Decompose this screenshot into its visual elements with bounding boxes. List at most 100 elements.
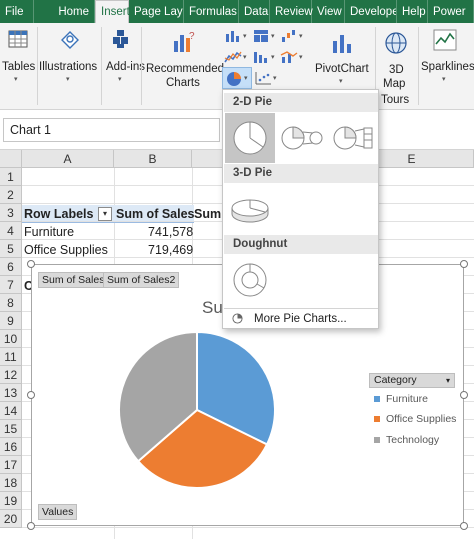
tab-file[interactable]: File — [0, 0, 34, 23]
tab-view[interactable]: View — [312, 0, 345, 23]
tab-review[interactable]: Review — [270, 0, 313, 23]
resize-handle[interactable] — [27, 522, 35, 530]
combo-chart-icon[interactable] — [280, 50, 298, 64]
row-header[interactable]: 6 — [0, 258, 22, 276]
row-header[interactable]: 18 — [0, 474, 22, 492]
resize-handle[interactable] — [27, 391, 35, 399]
pie-of-pie-option[interactable] — [277, 113, 327, 163]
table-icon — [8, 30, 28, 48]
tab-insert[interactable]: Insert — [95, 0, 130, 23]
field-button-sum-of-sales2[interactable]: Sum of Sales2 — [103, 272, 180, 288]
row-header[interactable]: 16 — [0, 438, 22, 456]
row-header[interactable]: 1 — [0, 168, 22, 186]
column-chart-icon[interactable] — [224, 29, 242, 43]
legend-item-furniture[interactable]: Furniture — [374, 393, 428, 405]
tab-data[interactable]: Data — [239, 0, 270, 23]
tables-button[interactable]: Tables ▾ — [0, 23, 36, 110]
pie-chart-icon — [233, 121, 267, 155]
row-header[interactable]: 12 — [0, 366, 22, 384]
section-doughnut: Doughnut — [224, 235, 378, 254]
row-header[interactable]: 20 — [0, 510, 22, 528]
legend-swatch — [374, 437, 380, 444]
chevron-down-icon: ▾ — [14, 76, 18, 83]
tours-label: Tours — [381, 94, 410, 106]
illustrations-button[interactable]: Illustrations ▾ — [38, 23, 100, 110]
legend-item-office-supplies[interactable]: Office Supplies — [374, 413, 456, 425]
recommended-charts-button[interactable]: ? Recommended Charts — [142, 23, 224, 110]
legend-category-dropdown[interactable]: Category ▾ — [369, 373, 455, 388]
waterfall-chart-icon[interactable] — [280, 29, 298, 43]
row-header[interactable]: 2 — [0, 186, 22, 204]
chevron-down-icon: ▾ — [339, 78, 343, 85]
pie-option[interactable] — [225, 113, 275, 163]
values-field-button[interactable]: Values — [38, 504, 78, 520]
doughnut-option[interactable] — [225, 255, 275, 305]
row-header[interactable]: 9 — [0, 312, 22, 330]
row-header[interactable]: 14 — [0, 402, 22, 420]
row-header[interactable]: 4 — [0, 222, 22, 240]
chevron-down-icon: ▾ — [271, 33, 275, 40]
scatter-chart-icon[interactable] — [254, 71, 272, 85]
recommended-charts-icon: ? — [174, 31, 195, 52]
pie-plot-area[interactable] — [112, 325, 282, 495]
3d-map-button[interactable]: 3D Map Tours — [376, 23, 416, 110]
column-header-b[interactable]: B — [114, 150, 192, 168]
select-all-corner[interactable] — [0, 150, 22, 168]
row-header[interactable]: 8 — [0, 294, 22, 312]
statistic-chart-icon[interactable] — [252, 50, 270, 64]
row-header[interactable]: 13 — [0, 384, 22, 402]
3d-pie-option[interactable] — [225, 184, 275, 234]
legend-label: Furniture — [386, 393, 429, 405]
row-header[interactable]: 11 — [0, 348, 22, 366]
resize-handle[interactable] — [460, 391, 468, 399]
chevron-down-icon: ▾ — [442, 76, 446, 83]
column-header-a[interactable]: A — [22, 150, 114, 168]
resize-handle[interactable] — [460, 522, 468, 530]
tab-developer[interactable]: Developer — [345, 0, 397, 23]
row-header[interactable]: 17 — [0, 456, 22, 474]
bar-of-pie-icon — [333, 126, 373, 150]
pie-of-pie-icon — [281, 126, 323, 150]
more-pie-charts-link[interactable]: More Pie Charts... — [224, 308, 378, 328]
hierarchy-chart-icon[interactable] — [252, 29, 270, 43]
chevron-down-icon: ▾ — [271, 54, 275, 61]
chevron-down-icon: ▾ — [299, 54, 303, 61]
tab-formulas[interactable]: Formulas — [184, 0, 239, 23]
field-button-sum-of-sales[interactable]: Sum of Sales — [38, 272, 109, 288]
tab-power[interactable]: Power — [428, 0, 474, 23]
sparklines-button[interactable]: Sparklines ▾ — [419, 23, 474, 110]
line-chart-icon[interactable] — [224, 50, 242, 64]
row-header[interactable]: 10 — [0, 330, 22, 348]
chevron-down-icon: ▾ — [118, 76, 122, 83]
pivotchart-icon — [333, 35, 351, 53]
globe-icon — [385, 32, 407, 54]
tab-help[interactable]: Help — [397, 0, 428, 23]
grid-line — [22, 527, 474, 528]
row-header[interactable]: 3 — [0, 204, 22, 222]
sparklines-label: Sparklines — [421, 61, 474, 73]
row-header[interactable]: 15 — [0, 420, 22, 438]
row-header[interactable]: 5 — [0, 240, 22, 258]
filter-dropdown-icon[interactable]: ▾ — [98, 207, 112, 221]
chevron-down-icon: ▾ — [66, 76, 70, 83]
tables-label: Tables — [2, 61, 36, 73]
bar-of-pie-option[interactable] — [329, 113, 379, 163]
resize-handle[interactable] — [27, 260, 35, 268]
resize-handle[interactable] — [460, 260, 468, 268]
tab-home[interactable]: Home — [34, 0, 95, 23]
pie-chart-button[interactable]: ▾ — [222, 67, 252, 89]
addins-label: Add-ins — [106, 61, 145, 73]
name-box[interactable]: Chart 1 — [3, 118, 220, 142]
row-header[interactable]: 19 — [0, 492, 22, 510]
tab-page-layout[interactable]: Page Layc — [129, 0, 184, 23]
legend-item-technology[interactable]: Technology — [374, 434, 439, 446]
addins-button[interactable]: Add-ins ▾ — [102, 23, 145, 110]
pie-chart-icon — [232, 313, 243, 324]
pie-chart-dropdown-menu: 2-D Pie 3-D Pie Doughnut More Pie Charts… — [222, 89, 379, 329]
section-2d-pie: 2-D Pie — [224, 93, 378, 112]
ribbon-tab-bar: File Home Insert Page Layc Formulas Data… — [0, 0, 474, 23]
row-header[interactable]: 7 — [0, 276, 22, 294]
svg-text:?: ? — [189, 31, 195, 42]
section-3d-pie: 3-D Pie — [224, 164, 378, 183]
legend-label: Office Supplies — [386, 413, 457, 425]
